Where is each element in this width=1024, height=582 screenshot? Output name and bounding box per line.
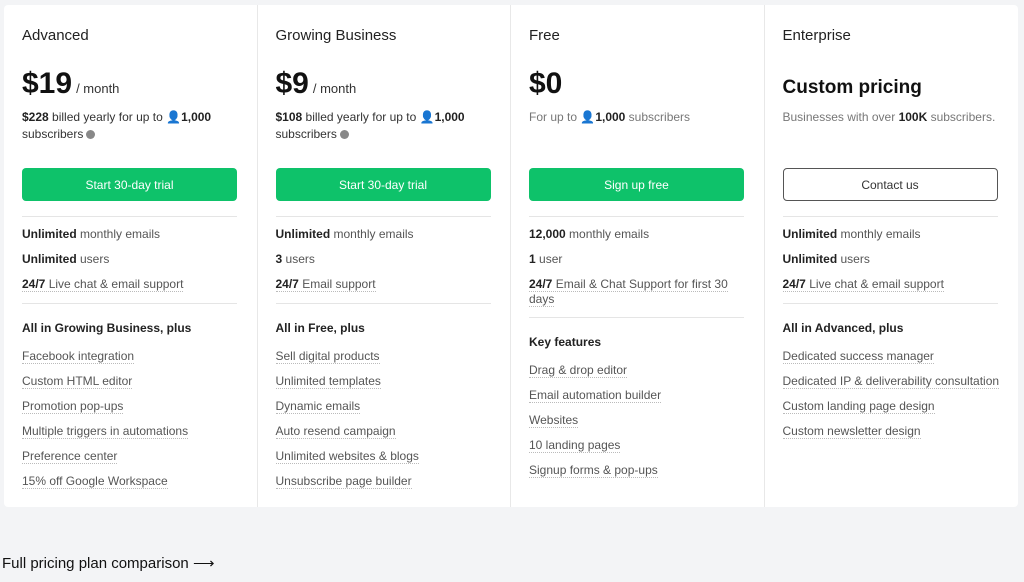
feature-item: Custom HTML editor: [22, 374, 242, 389]
divider: [275, 303, 491, 304]
stat: 3 users: [275, 252, 315, 266]
plan-free: Free $0 For up to 👤1,000 subscribers Sig…: [511, 5, 765, 507]
contact-us-button[interactable]: Contact us: [782, 168, 998, 201]
plan-enterprise: Enterprise Custom pricing Businesses wit…: [765, 5, 1019, 507]
divider: [22, 303, 237, 304]
arrow-right-icon: ⟶: [192, 555, 215, 572]
plan-name: Free: [529, 27, 560, 44]
pricing-cards: Advanced $19/ month $228 billed yearly f…: [4, 5, 1018, 507]
stat: 24/7 Live chat & email support: [22, 277, 184, 292]
feature-item: Dedicated success manager: [782, 349, 1003, 364]
plan-advanced: Advanced $19/ month $228 billed yearly f…: [4, 5, 258, 507]
plan-price: $0: [529, 67, 563, 100]
plan-name: Growing Business: [275, 27, 397, 44]
billing-info: $108 billed yearly for up to 👤1,000 subs…: [275, 110, 465, 141]
feature-item: Signup forms & pop-ups: [529, 463, 749, 478]
feature-label[interactable]: Dynamic emails: [275, 399, 361, 414]
features-header: All in Free, plus: [275, 321, 365, 335]
full-comparison-link[interactable]: Full pricing plan comparison ⟶: [2, 554, 214, 572]
feature-label[interactable]: Facebook integration: [22, 349, 135, 364]
feature-item: Custom landing page design: [782, 399, 1003, 414]
stat: Unlimited monthly emails: [782, 227, 921, 241]
plan-growing-business: Growing Business $9/ month $108 billed y…: [258, 5, 511, 507]
feature-item: Websites: [529, 413, 749, 428]
feature-item: 10 landing pages: [529, 438, 749, 453]
feature-item: Dynamic emails: [275, 399, 496, 414]
feature-label[interactable]: 10 landing pages: [529, 438, 621, 453]
subscriber-info: For up to 👤1,000 subscribers: [529, 110, 691, 124]
feature-item: Promotion pop-ups: [22, 399, 242, 414]
user-icon: 👤: [419, 110, 435, 124]
feature-item: Dedicated IP & deliverability consultati…: [782, 374, 1003, 389]
feature-item: 15% off Google Workspace: [22, 474, 242, 489]
stat: 12,000 monthly emails: [529, 227, 650, 241]
feature-item: Unlimited templates: [275, 374, 496, 389]
features-header: All in Growing Business, plus: [22, 321, 192, 335]
plan-price: Custom pricing: [782, 77, 922, 98]
divider: [782, 303, 998, 304]
feature-label[interactable]: Dedicated IP & deliverability consultati…: [782, 374, 1000, 389]
feature-label[interactable]: Auto resend campaign: [275, 424, 396, 439]
stat: 24/7 Email support: [275, 277, 376, 292]
feature-label[interactable]: Preference center: [22, 449, 118, 464]
feature-item: Preference center: [22, 449, 242, 464]
stat: 1 user: [529, 252, 563, 266]
feature-label[interactable]: Unlimited websites & blogs: [275, 449, 419, 464]
feature-label[interactable]: Signup forms & pop-ups: [529, 463, 658, 478]
info-icon[interactable]: [339, 130, 349, 139]
feature-label[interactable]: Email automation builder: [529, 388, 662, 403]
feature-item: Unlimited websites & blogs: [275, 449, 496, 464]
feature-label[interactable]: Custom landing page design: [782, 399, 935, 414]
features-header: All in Advanced, plus: [782, 321, 904, 335]
user-icon: 👤: [166, 110, 182, 124]
plan-name: Enterprise: [782, 27, 851, 44]
feature-item: Drag & drop editor: [529, 363, 749, 378]
user-icon: 👤: [580, 110, 596, 124]
divider: [22, 216, 237, 217]
sign-up-free-button[interactable]: Sign up free: [529, 168, 744, 201]
feature-label[interactable]: Unlimited templates: [275, 374, 381, 389]
stat: 24/7 Live chat & email support: [782, 277, 944, 292]
divider: [529, 216, 744, 217]
stat: Unlimited users: [782, 252, 870, 266]
feature-item: Unsubscribe page builder: [275, 474, 496, 489]
feature-label[interactable]: Drag & drop editor: [529, 363, 628, 378]
start-trial-button[interactable]: Start 30-day trial: [275, 168, 491, 201]
feature-label[interactable]: Dedicated success manager: [782, 349, 934, 364]
divider: [782, 216, 998, 217]
plan-price: $19/ month: [22, 67, 120, 100]
info-icon[interactable]: [86, 130, 96, 139]
feature-item: Auto resend campaign: [275, 424, 496, 439]
plan-name: Advanced: [22, 27, 89, 44]
feature-label[interactable]: Sell digital products: [275, 349, 380, 364]
feature-label[interactable]: Unsubscribe page builder: [275, 474, 412, 489]
feature-item: Sell digital products: [275, 349, 496, 364]
feature-label[interactable]: Custom newsletter design: [782, 424, 921, 439]
billing-info: $228 billed yearly for up to 👤1,000 subs…: [22, 110, 212, 141]
feature-label[interactable]: Multiple triggers in automations: [22, 424, 189, 439]
feature-item: Custom newsletter design: [782, 424, 1003, 439]
feature-item: Facebook integration: [22, 349, 242, 364]
stat: Unlimited monthly emails: [22, 227, 161, 241]
divider: [275, 216, 491, 217]
feature-label[interactable]: Custom HTML editor: [22, 374, 133, 389]
stat: Unlimited monthly emails: [275, 227, 414, 241]
features-header: Key features: [529, 335, 602, 349]
stat: Unlimited users: [22, 252, 110, 266]
feature-label[interactable]: 15% off Google Workspace: [22, 474, 168, 489]
feature-label[interactable]: Websites: [529, 413, 579, 428]
plan-price: $9/ month: [275, 67, 357, 100]
plan-description: Businesses with over 100K subscribers.: [782, 110, 996, 124]
feature-label[interactable]: Promotion pop-ups: [22, 399, 124, 414]
divider: [529, 317, 744, 318]
stat: 24/7 Email & Chat Support for first 30 d…: [529, 277, 728, 307]
start-trial-button[interactable]: Start 30-day trial: [22, 168, 237, 201]
feature-item: Multiple triggers in automations: [22, 424, 242, 439]
feature-item: Email automation builder: [529, 388, 749, 403]
